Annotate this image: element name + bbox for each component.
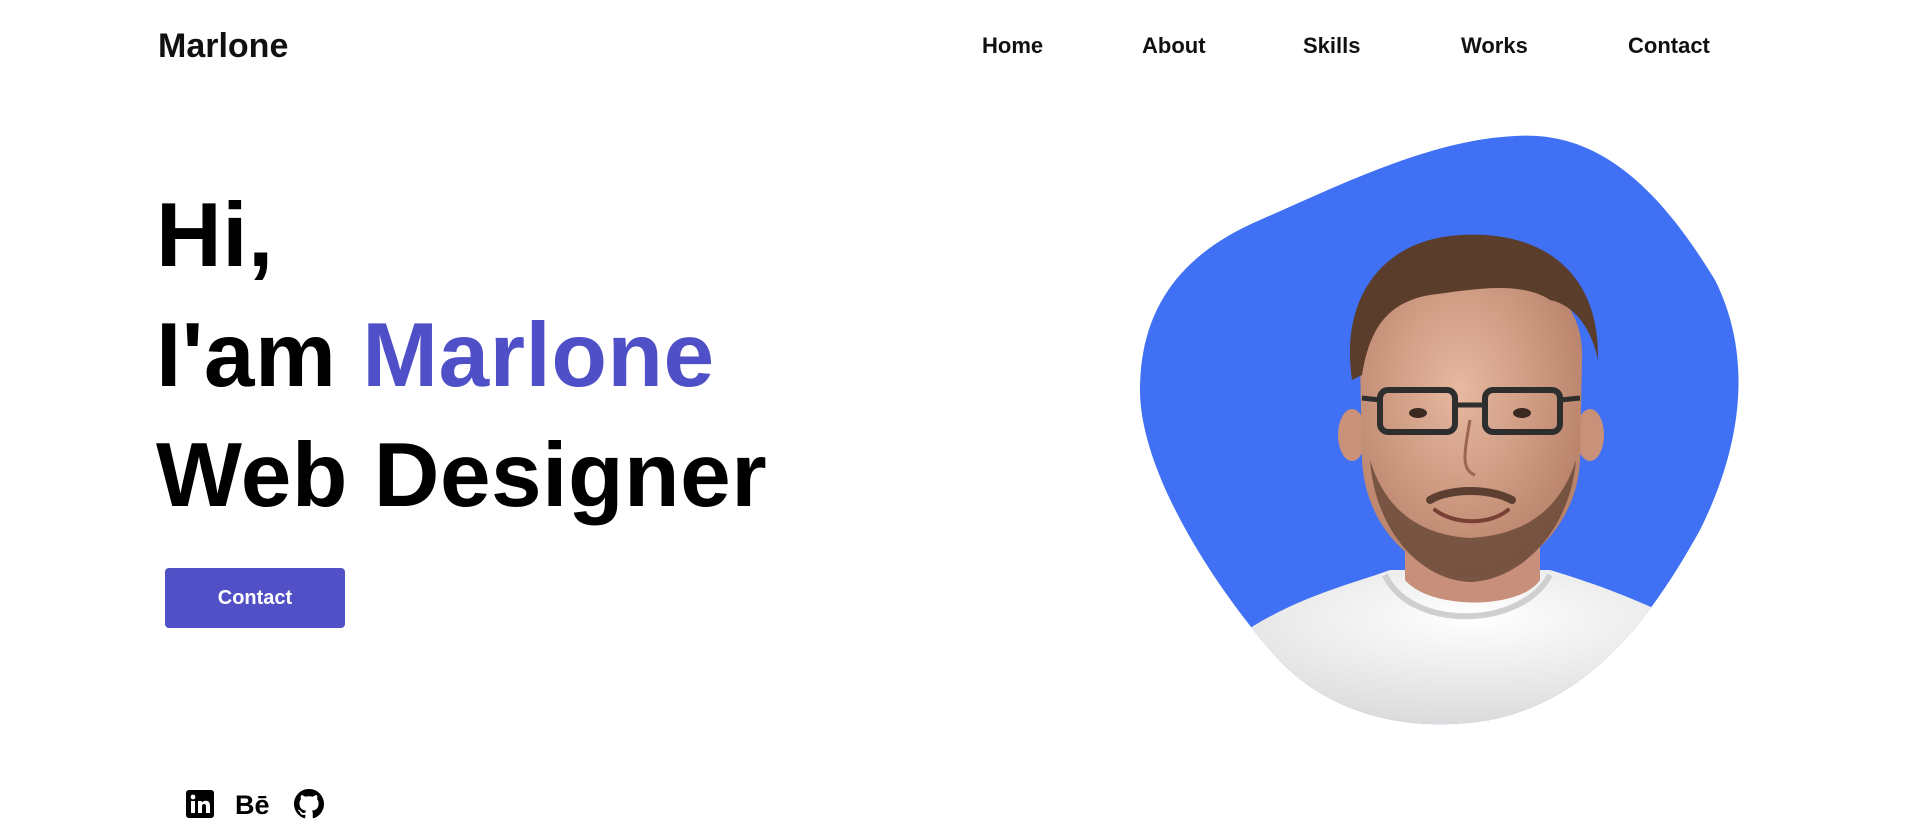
nav-about[interactable]: About <box>1142 30 1206 62</box>
hero-greeting: Hi, <box>156 185 274 286</box>
svg-text:Bē: Bē <box>235 790 270 820</box>
nav-skills[interactable]: Skills <box>1303 30 1360 62</box>
hero-title: Hi, I'am Marlone Web Designer <box>156 176 767 536</box>
hero-intro-prefix: I'am <box>156 305 363 406</box>
portrait-photo <box>1140 135 1739 725</box>
contact-button[interactable]: Contact <box>165 568 345 628</box>
nav-works[interactable]: Works <box>1461 30 1528 62</box>
hero-image <box>1130 130 1740 730</box>
hero-role: Web Designer <box>156 425 768 526</box>
behance-icon[interactable]: Bē <box>234 788 274 820</box>
nav-home[interactable]: Home <box>982 30 1043 62</box>
linkedin-icon[interactable] <box>186 788 218 820</box>
page: Marlone Home About Skills Works Contact … <box>0 0 1919 840</box>
nav-contact[interactable]: Contact <box>1628 30 1710 62</box>
github-icon[interactable] <box>294 788 326 820</box>
hero-name: Marlone <box>362 305 715 406</box>
main-nav: Home About Skills Works Contact <box>0 30 1919 62</box>
hero-intro-line: I'am Marlone <box>156 296 767 416</box>
